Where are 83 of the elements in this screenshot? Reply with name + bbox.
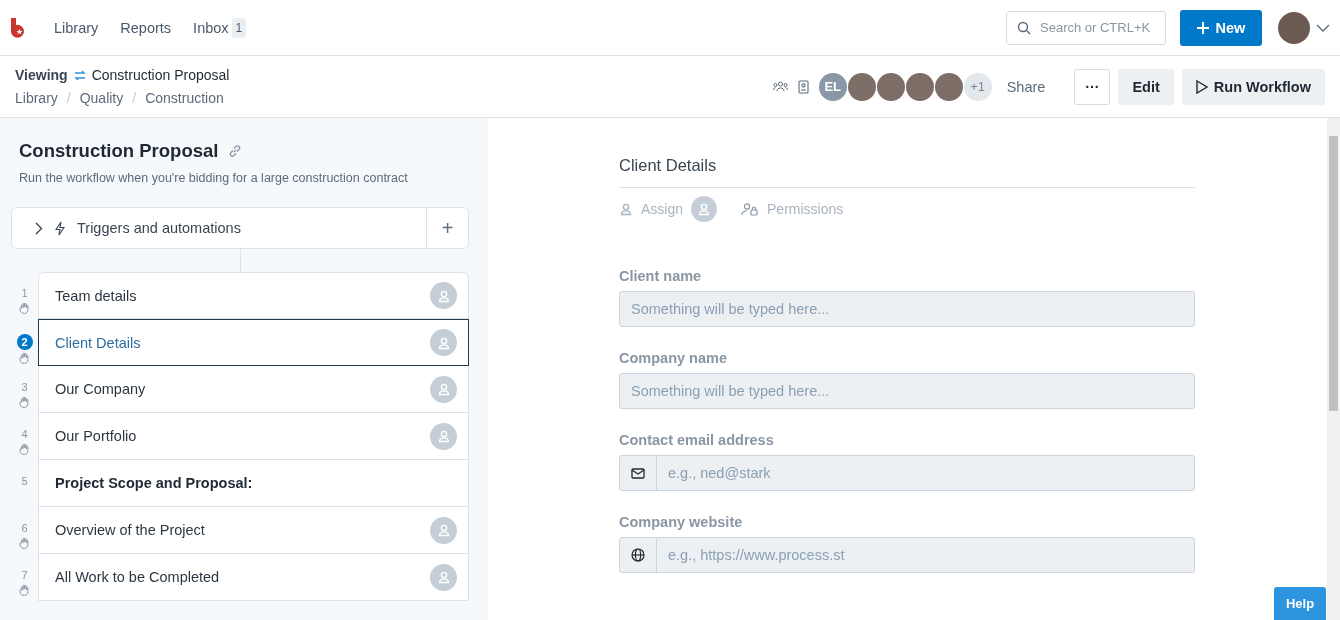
user-icon xyxy=(436,523,451,537)
new-button[interactable]: New xyxy=(1180,9,1262,46)
drag-hand-icon[interactable] xyxy=(19,302,30,314)
avatar-photo-placeholder[interactable] xyxy=(905,72,934,101)
user-lock-icon xyxy=(741,202,760,216)
user-icon xyxy=(436,382,451,396)
task-step[interactable]: All Work to be Completed xyxy=(38,554,469,601)
assignee-avatar[interactable] xyxy=(430,329,457,356)
step-number: 3 xyxy=(21,381,28,394)
play-icon xyxy=(1195,79,1208,94)
task-step[interactable]: Our Company xyxy=(38,366,469,413)
breadcrumb-link[interactable]: Quality xyxy=(79,90,124,106)
triggers-label[interactable]: Triggers and automations xyxy=(77,220,241,236)
user-icon xyxy=(436,335,451,350)
more-button[interactable]: ··· xyxy=(1074,68,1111,105)
text-field[interactable]: Something will be typed here... xyxy=(620,374,1194,408)
workflow-title: Construction Proposal xyxy=(91,67,230,83)
nav-link[interactable]: Reports xyxy=(120,19,172,36)
task-title: Client Details xyxy=(619,156,1195,188)
add-trigger-button[interactable]: + xyxy=(426,208,468,248)
search-field[interactable]: Search or CTRL+K xyxy=(1006,10,1166,45)
step-number: 7 xyxy=(21,569,28,582)
section-heading-step[interactable]: Project Scope and Proposal: xyxy=(38,460,469,507)
search-input[interactable]: Search or CTRL+K xyxy=(1040,11,1152,44)
task-step[interactable]: Overview of the Project xyxy=(38,507,469,554)
drag-hand-icon[interactable] xyxy=(19,537,30,549)
group-icon[interactable] xyxy=(772,81,788,92)
user-icon xyxy=(619,202,633,216)
user-icon xyxy=(436,429,451,443)
scrollbar[interactable] xyxy=(1327,118,1340,620)
user-icon xyxy=(436,288,451,303)
chevron-right-icon[interactable] xyxy=(35,221,43,235)
globe-icon xyxy=(631,548,645,562)
drag-hand-icon[interactable] xyxy=(19,443,30,455)
field-label: Contact email address xyxy=(619,432,775,448)
field-label: Company website xyxy=(619,514,744,530)
plus-icon xyxy=(1196,21,1209,34)
user-avatar[interactable] xyxy=(1278,11,1310,44)
assignee-avatar[interactable] xyxy=(430,516,457,544)
lightning-icon xyxy=(55,220,65,236)
task-step[interactable]: Client Details xyxy=(38,319,469,366)
assignee-avatar[interactable] xyxy=(430,282,457,309)
step-number: 1 xyxy=(21,287,28,300)
assignee-avatar[interactable] xyxy=(430,422,457,450)
breadcrumb-link[interactable]: Construction xyxy=(145,90,224,106)
field-label: Company name xyxy=(619,350,728,366)
assignee-avatar[interactable] xyxy=(691,196,718,222)
nav-link[interactable]: Library xyxy=(54,19,99,36)
breadcrumb-separator: / xyxy=(132,90,137,106)
assignee-avatar[interactable] xyxy=(430,563,457,591)
drag-hand-icon[interactable] xyxy=(19,396,30,408)
drag-hand-icon[interactable] xyxy=(19,584,30,596)
assignee-avatar[interactable] xyxy=(430,375,457,403)
count-badge: 1 xyxy=(231,17,247,38)
task-step[interactable]: Team details xyxy=(38,272,469,319)
step-number: 2 xyxy=(16,334,33,350)
mode-label: Viewing xyxy=(15,67,68,83)
breadcrumb-separator: / xyxy=(66,90,71,106)
run-workflow-button[interactable]: Run Workflow xyxy=(1181,68,1325,105)
avatar-photo-placeholder[interactable] xyxy=(847,72,876,101)
search-icon xyxy=(1017,20,1031,35)
edit-button[interactable]: Edit xyxy=(1118,68,1174,105)
task-step[interactable]: Our Portfolio xyxy=(38,413,469,460)
step-number: 5 xyxy=(21,475,28,488)
user-icon xyxy=(436,570,451,584)
user-icon xyxy=(697,202,712,216)
share-link[interactable]: Share xyxy=(1006,78,1046,95)
step-number: 4 xyxy=(21,428,28,441)
mail-icon xyxy=(631,467,645,479)
chevron-down-icon[interactable] xyxy=(1316,23,1330,32)
breadcrumb-link[interactable]: Library xyxy=(15,90,58,106)
avatar-photo-placeholder[interactable] xyxy=(934,72,963,101)
field-label: Client name xyxy=(619,268,703,284)
nav-link[interactable]: Inbox 1 xyxy=(193,17,247,38)
step-number: 6 xyxy=(21,522,28,535)
text-field[interactable]: Something will be typed here... xyxy=(620,292,1194,326)
link-icon[interactable] xyxy=(228,144,243,158)
avatar-photo-placeholder[interactable] xyxy=(876,72,905,101)
workflow-heading: Construction Proposal xyxy=(19,140,219,162)
workflow-icon xyxy=(73,69,86,81)
contact-card-icon[interactable] xyxy=(797,79,809,94)
drag-hand-icon[interactable] xyxy=(19,352,30,364)
workflow-description: Run the workflow when you're bidding for a large construction contract xyxy=(19,171,409,185)
